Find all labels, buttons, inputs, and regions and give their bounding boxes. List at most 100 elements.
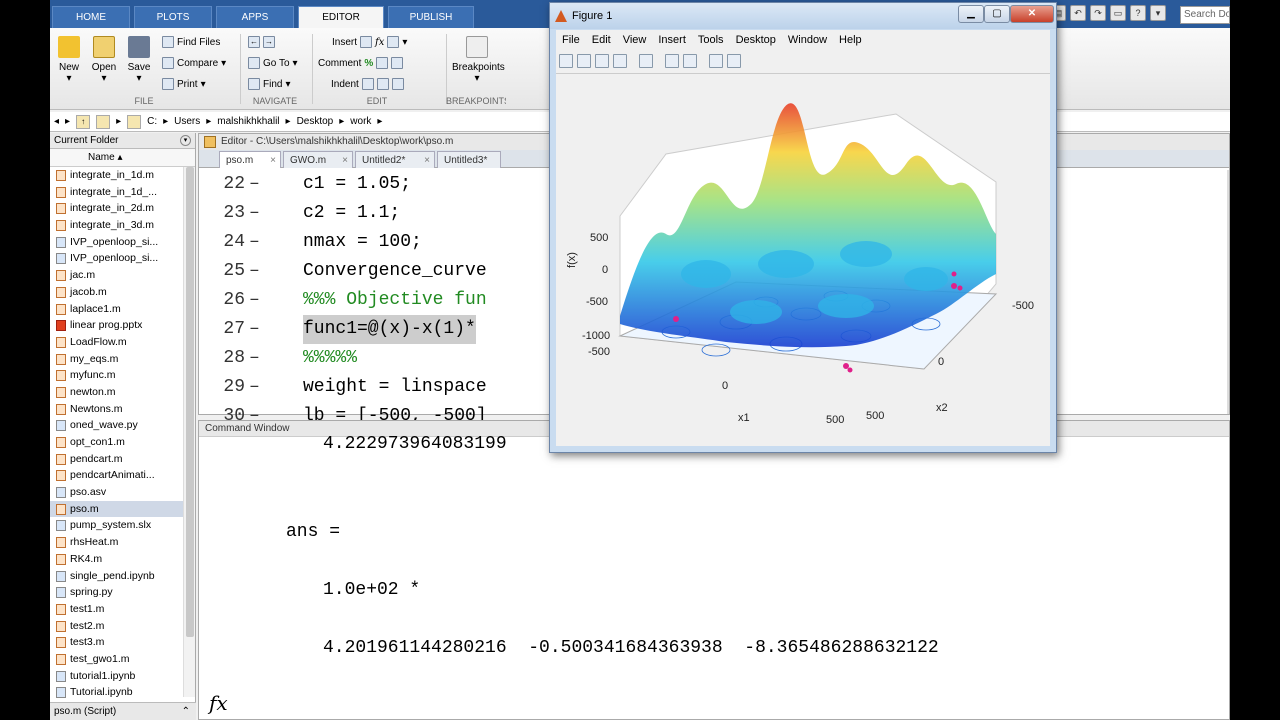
- insert-button[interactable]: Insert fx ▾: [332, 36, 407, 48]
- tab-pso[interactable]: pso.m ×: [219, 151, 281, 168]
- forward-icon[interactable]: ▸: [65, 116, 70, 127]
- switch-windows-icon[interactable]: ▭: [1110, 5, 1126, 21]
- surface-plot[interactable]: [556, 74, 1050, 446]
- file-list-item[interactable]: laplace1.m: [50, 301, 195, 318]
- file-list-item[interactable]: pendcart.m: [50, 451, 195, 468]
- chevron-up-icon[interactable]: ⌃: [182, 703, 190, 720]
- breakpoint-marker[interactable]: –: [249, 373, 260, 402]
- breakpoint-marker[interactable]: –: [249, 170, 260, 199]
- undo-icon[interactable]: ↶: [1070, 5, 1086, 21]
- up-folder-icon[interactable]: ↑: [76, 114, 91, 129]
- breakpoint-marker[interactable]: –: [249, 315, 260, 344]
- file-list-item[interactable]: newton.m: [50, 384, 195, 401]
- find-button[interactable]: Find ▾: [248, 78, 290, 90]
- back-icon[interactable]: ◂: [54, 116, 59, 127]
- link-plot-icon[interactable]: [639, 54, 653, 68]
- path-segment[interactable]: Users: [174, 116, 200, 127]
- menu-file[interactable]: File: [556, 30, 586, 50]
- go-to-button[interactable]: Go To ▾: [248, 57, 298, 69]
- dropdown-icon[interactable]: ▾: [1150, 5, 1166, 21]
- help-icon[interactable]: ?: [1130, 5, 1146, 21]
- panel-menu-icon[interactable]: ▾: [180, 135, 191, 146]
- folder-scrollbar[interactable]: [183, 167, 195, 697]
- path-segment[interactable]: malshikhkhalil: [217, 116, 279, 127]
- open-file-icon[interactable]: [577, 54, 591, 68]
- file-list-item[interactable]: test3.m: [50, 634, 195, 651]
- file-list-item[interactable]: my_eqs.m: [50, 351, 195, 368]
- breakpoints-button[interactable]: Breakpoints ▾: [452, 36, 505, 84]
- browse-folder-icon[interactable]: [96, 114, 111, 129]
- print-figure-icon[interactable]: [613, 54, 627, 68]
- file-list-item[interactable]: integrate_in_2d.m: [50, 200, 195, 217]
- breakpoint-marker[interactable]: –: [249, 228, 260, 257]
- menu-view[interactable]: View: [617, 30, 653, 50]
- file-list-item[interactable]: jacob.m: [50, 284, 195, 301]
- breakpoint-marker[interactable]: –: [249, 199, 260, 228]
- figure-title-bar[interactable]: Figure 1 ▁ ▢ ✕: [550, 3, 1056, 29]
- close-icon[interactable]: ×: [270, 152, 276, 169]
- file-list-item[interactable]: LoadFlow.m: [50, 334, 195, 351]
- legend-icon[interactable]: [683, 54, 697, 68]
- file-list-item[interactable]: integrate_in_1d_...: [50, 184, 195, 201]
- comment-button[interactable]: Comment%: [318, 57, 404, 69]
- tab-untitled3[interactable]: Untitled3*: [437, 151, 501, 168]
- colorbar-icon[interactable]: [665, 54, 679, 68]
- menu-insert[interactable]: Insert: [652, 30, 692, 50]
- menu-desktop[interactable]: Desktop: [730, 30, 782, 50]
- menu-help[interactable]: Help: [833, 30, 868, 50]
- file-list-item[interactable]: Tutorial.ipynb: [50, 684, 195, 701]
- tab-gwo[interactable]: GWO.m ×: [283, 151, 353, 168]
- file-list-item[interactable]: pso.asv: [50, 484, 195, 501]
- compare-button[interactable]: Compare ▾: [162, 57, 226, 69]
- search-documentation-input[interactable]: Search Do: [1180, 6, 1230, 24]
- print-button[interactable]: Print ▾: [162, 78, 206, 90]
- figure-canvas[interactable]: f(x) 500 0 -500 -1000 -500 0 500 x1 -500…: [556, 74, 1050, 446]
- file-list-item[interactable]: IVP_openloop_si...: [50, 234, 195, 251]
- breakpoint-marker[interactable]: –: [249, 344, 260, 373]
- file-list-item[interactable]: single_pend.ipynb: [50, 568, 195, 585]
- name-column-header[interactable]: Name ▴: [50, 149, 195, 167]
- minimize-icon[interactable]: ▁: [958, 5, 984, 23]
- path-segment[interactable]: C:: [147, 116, 157, 127]
- property-editor-icon[interactable]: [727, 54, 741, 68]
- file-list-item[interactable]: pump_system.slx: [50, 517, 195, 534]
- open-button[interactable]: Open ▾: [87, 36, 121, 84]
- tab-untitled2[interactable]: Untitled2* ×: [355, 151, 435, 168]
- file-list-item[interactable]: pso.m: [50, 500, 195, 518]
- file-list-item[interactable]: integrate_in_3d.m: [50, 217, 195, 234]
- file-list-item[interactable]: RK4.m: [50, 551, 195, 568]
- indent-button[interactable]: Indent: [331, 78, 404, 90]
- redo-icon[interactable]: ↷: [1090, 5, 1106, 21]
- file-list-item[interactable]: test_gwo1.m: [50, 651, 195, 668]
- file-list-item[interactable]: myfunc.m: [50, 367, 195, 384]
- save-figure-icon[interactable]: [595, 54, 609, 68]
- scrollbar-thumb[interactable]: [186, 167, 194, 637]
- back-forward-buttons[interactable]: ← →: [248, 36, 275, 48]
- tab-apps[interactable]: APPS: [216, 6, 294, 28]
- editor-scrollbar[interactable]: [1227, 170, 1229, 414]
- command-prompt-fx-icon[interactable]: fx: [209, 691, 228, 715]
- file-list-item[interactable]: linear prog.pptx: [50, 317, 195, 334]
- file-list-item[interactable]: tutorial1.ipynb: [50, 668, 195, 685]
- tab-editor[interactable]: EDITOR: [298, 6, 384, 29]
- file-list-item[interactable]: test2.m: [50, 618, 195, 635]
- menu-tools[interactable]: Tools: [692, 30, 730, 50]
- tab-publish[interactable]: PUBLISH: [388, 6, 474, 28]
- tab-home[interactable]: HOME: [52, 6, 130, 28]
- file-list-item[interactable]: IVP_openloop_si...: [50, 250, 195, 267]
- breakpoint-marker[interactable]: –: [249, 257, 260, 286]
- new-figure-icon[interactable]: [559, 54, 573, 68]
- maximize-icon[interactable]: ▢: [984, 5, 1010, 23]
- file-list-item[interactable]: pendcartAnimati...: [50, 467, 195, 484]
- command-window[interactable]: Command Window 4.222973964083199 ans = 1…: [198, 420, 1230, 720]
- close-icon[interactable]: ✕: [1010, 5, 1054, 23]
- new-button[interactable]: New ▾: [52, 36, 86, 84]
- close-icon[interactable]: ×: [424, 152, 430, 169]
- breakpoint-marker[interactable]: –: [249, 286, 260, 315]
- file-list-item[interactable]: test1.m: [50, 601, 195, 618]
- close-icon[interactable]: ×: [342, 152, 348, 169]
- file-list-item[interactable]: Newtons.m: [50, 401, 195, 418]
- pointer-icon[interactable]: [709, 54, 723, 68]
- save-button[interactable]: Save ▾: [122, 36, 156, 84]
- file-list-item[interactable]: oned_wave.py: [50, 417, 195, 434]
